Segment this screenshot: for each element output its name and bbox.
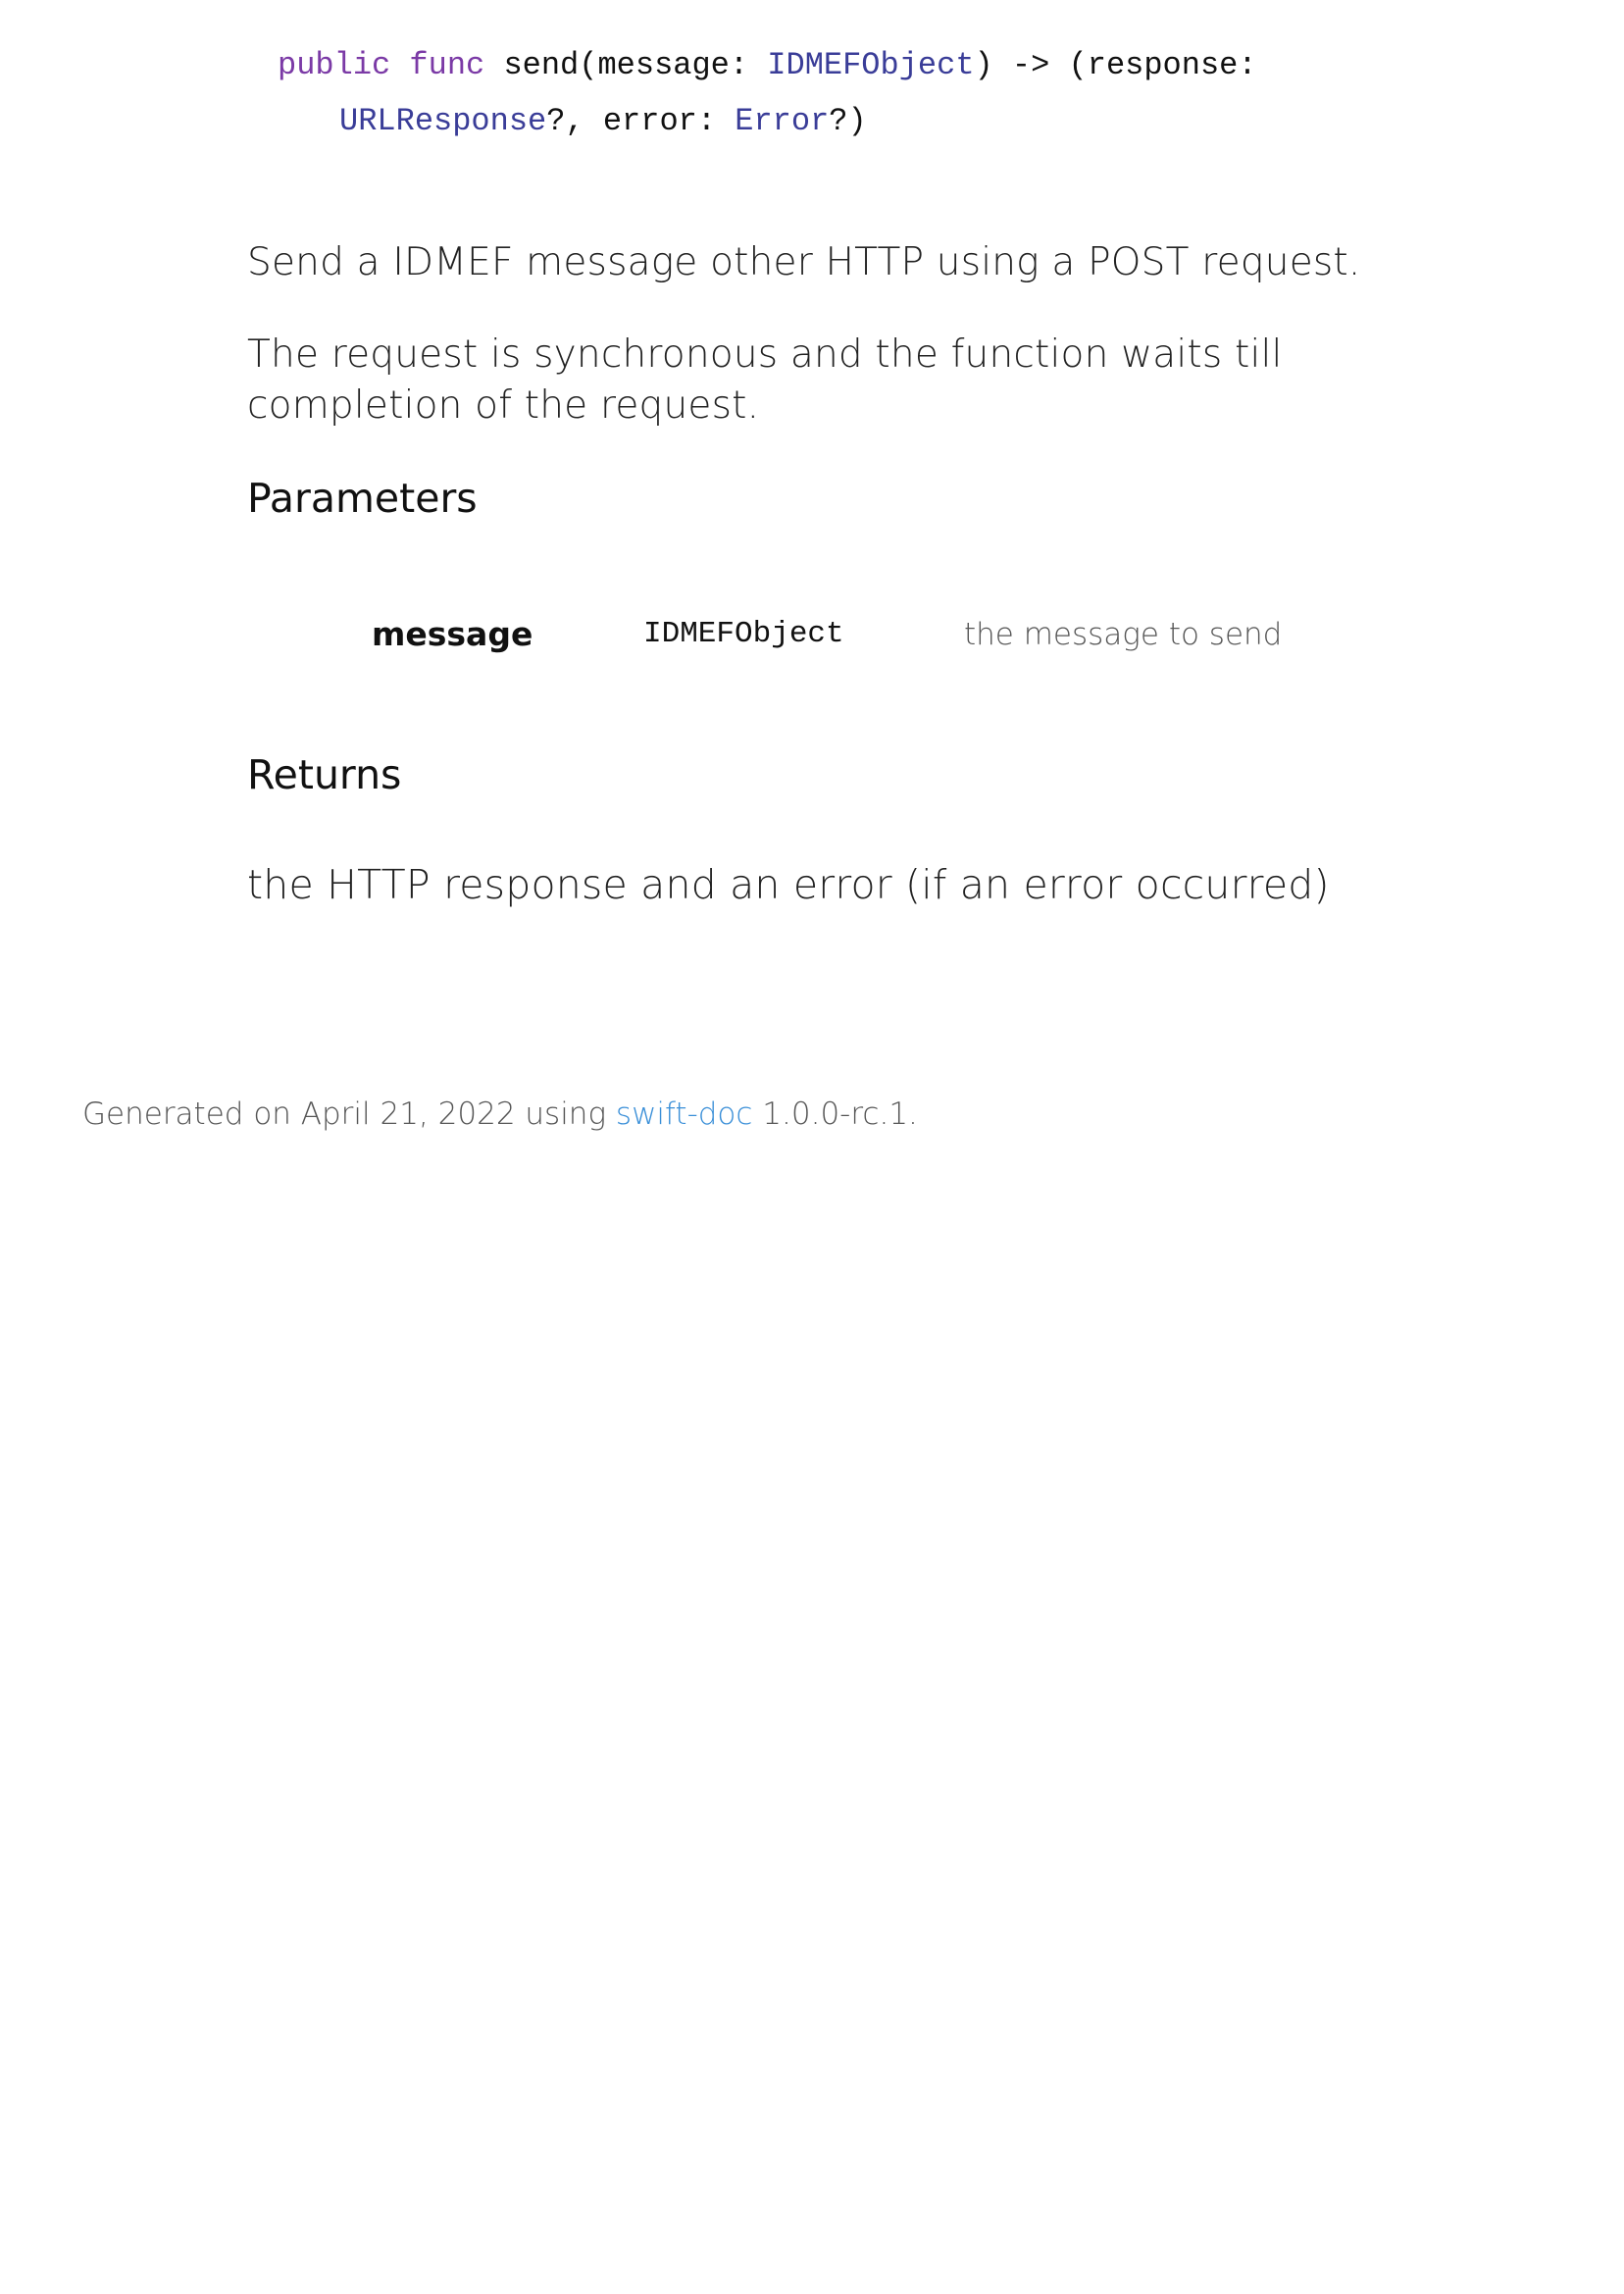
parameter-name: message: [372, 615, 533, 653]
parameters-heading: Parameters: [247, 475, 478, 522]
declaration-line-1: public func send(message: IDMEFObject) -…: [278, 37, 1405, 93]
signature-name: send(message:: [484, 47, 768, 83]
keyword-func: func: [409, 47, 485, 83]
type-idmefobject-link[interactable]: IDMEFObject: [767, 47, 974, 83]
description-summary: Send a IDMEF message other HTTP using a …: [247, 240, 1361, 284]
declaration-line-2: URLResponse?, error: Error?): [278, 93, 1405, 149]
footer-prefix: Generated on April 21, 2022 using: [82, 1096, 616, 1132]
returns-heading: Returns: [247, 751, 402, 798]
parameter-type: IDMEFObject: [643, 617, 844, 651]
footer: Generated on April 21, 2022 using swift-…: [82, 1092, 918, 1137]
description-detail: The request is synchronous and the funct…: [247, 332, 1283, 428]
returns-text: the HTTP response and an error (if an er…: [247, 861, 1330, 908]
type-urlresponse: URLResponse: [339, 103, 547, 139]
parameter-description: the message to send: [964, 617, 1283, 652]
parameter-row: message IDMEFObject the message to send: [247, 610, 1424, 659]
keyword-public: public: [278, 47, 391, 83]
footer-suffix: 1.0.0-rc.1.: [752, 1096, 918, 1132]
function-declaration: public func send(message: IDMEFObject) -…: [278, 37, 1405, 149]
type-error: Error: [735, 103, 830, 139]
signature-mid: ) -> (response:: [974, 47, 1257, 83]
swift-doc-link[interactable]: swift-doc: [616, 1096, 753, 1132]
signature-end: ?): [829, 103, 867, 139]
signature-mid2: ?, error:: [546, 103, 736, 139]
